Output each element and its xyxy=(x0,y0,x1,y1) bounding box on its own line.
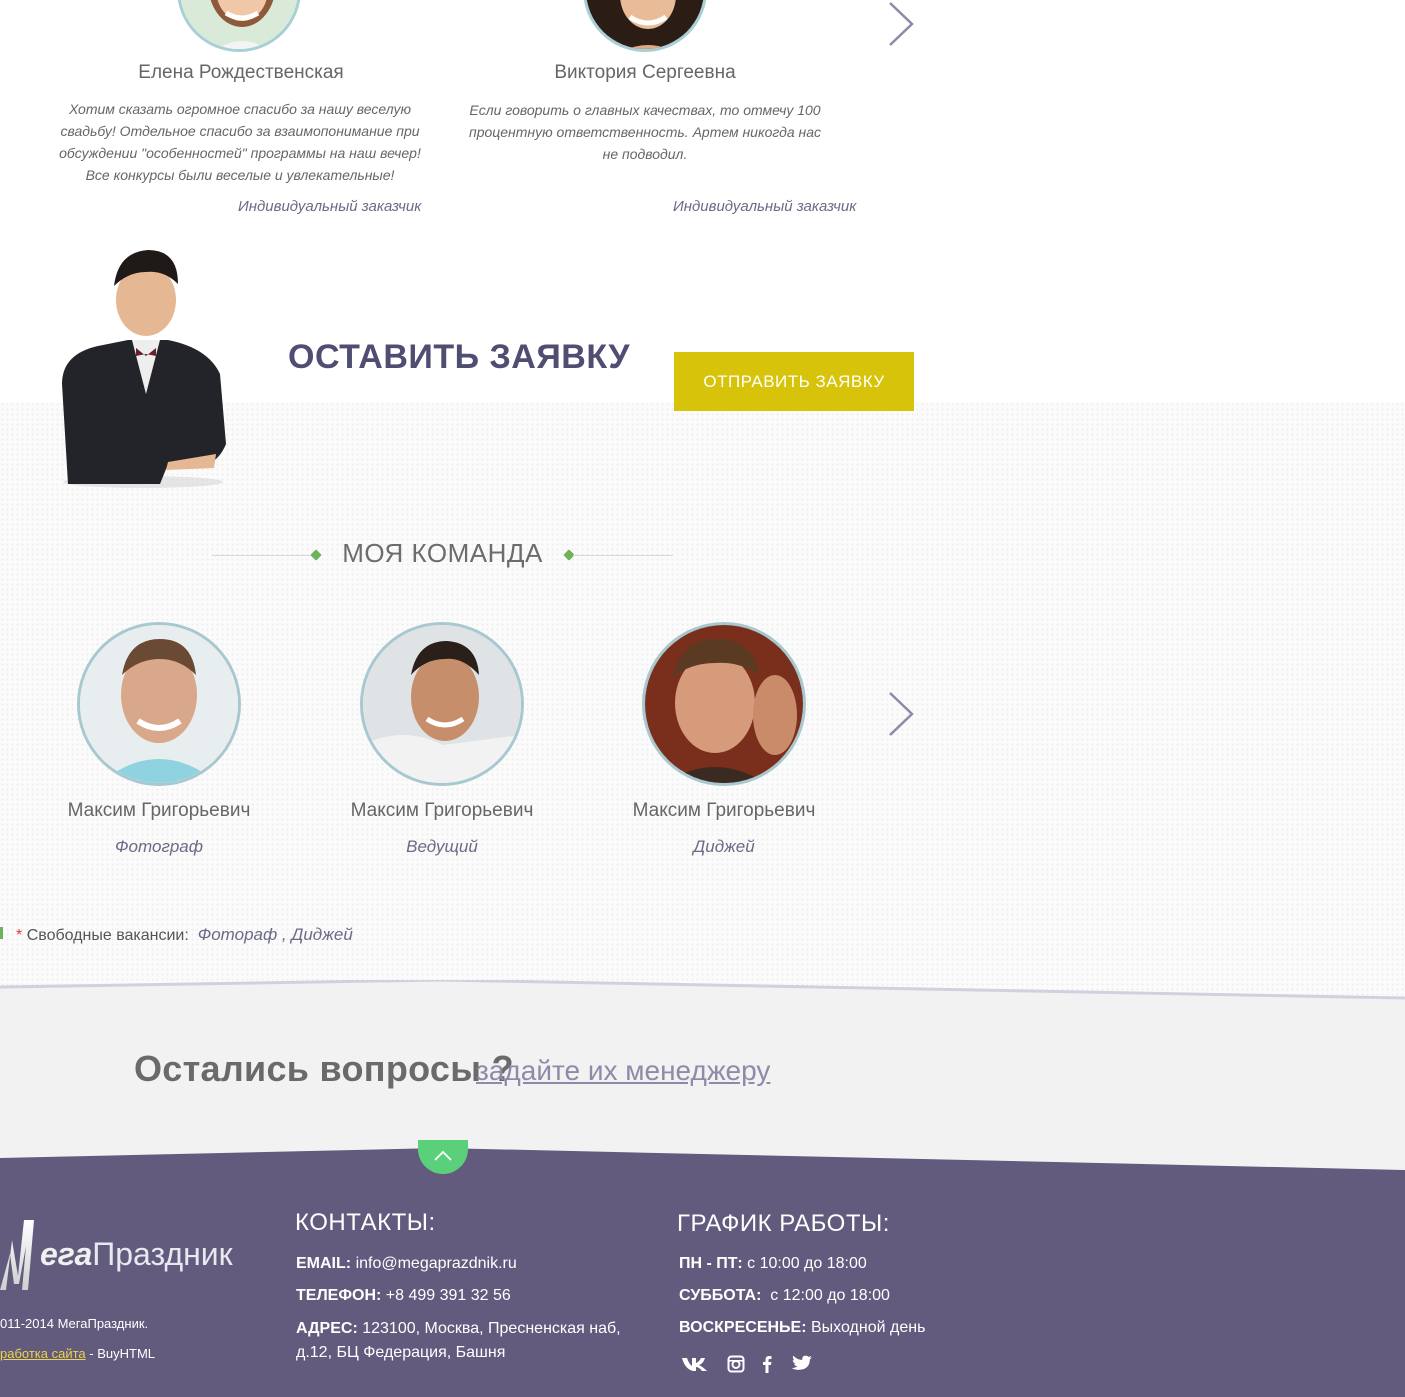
review-text-2: Если говорить о главных качествах, то от… xyxy=(468,102,822,162)
review-photo-1 xyxy=(180,0,298,49)
address-line-2: д.12, БЦ Федерация, Башня xyxy=(296,1344,506,1361)
team-next-arrow[interactable] xyxy=(886,690,916,740)
scroll-to-top-button[interactable] xyxy=(418,1140,468,1174)
team-photo-2 xyxy=(363,625,521,783)
logo-text: егаПраздник xyxy=(40,1236,233,1273)
copyright: 011-2014 МегаПраздник. xyxy=(0,1316,149,1331)
twitter-icon-glyph xyxy=(791,1355,812,1370)
developer-link[interactable]: работка сайта xyxy=(0,1346,86,1361)
review-text-1: Хотим сказать огромное спасибо за нашу в… xyxy=(59,101,421,183)
sunday-hours: Выходной день xyxy=(811,1319,926,1336)
contact-address: АДРЕС: 123100, Москва, Пресненская наб, … xyxy=(296,1317,621,1365)
team-heading: МОЯ КОМАНДА xyxy=(342,538,543,568)
review-photo-2 xyxy=(586,0,704,49)
review-avatar-1 xyxy=(177,0,301,52)
developer-credit: работка сайта - BuyHTML xyxy=(0,1346,155,1361)
review-name-2: Виктория Сергеевна xyxy=(554,62,736,83)
logo-text-part2: Праздник xyxy=(92,1236,233,1272)
team-avatar-2 xyxy=(360,622,524,786)
vk-icon-glyph xyxy=(682,1358,707,1371)
instagram-icon-glyph xyxy=(727,1355,745,1373)
team-name-3: Максим Григорьевич xyxy=(632,800,816,821)
team-photo-3 xyxy=(645,625,803,783)
cta-title: ОСТАВИТЬ ЗАЯВКУ xyxy=(288,338,631,376)
team-role-2: Ведущий xyxy=(406,837,478,856)
reviews-next-arrow[interactable] xyxy=(886,0,916,50)
team-avatar-3 xyxy=(642,622,806,786)
saturday-hours: с 12:00 до 18:00 xyxy=(770,1287,890,1304)
address-line-1: 123100, Москва, Пресненская наб, xyxy=(362,1320,621,1337)
saturday-label: СУББОТА: xyxy=(679,1287,762,1304)
phone-value: +8 499 391 32 56 xyxy=(385,1287,511,1304)
facebook-icon[interactable] xyxy=(760,1354,774,1374)
required-star: * xyxy=(16,927,23,944)
address-label: АДРЕС: xyxy=(296,1320,358,1337)
schedule-weekdays: ПН - ПТ: с 10:00 до 18:00 xyxy=(679,1252,867,1276)
team-name-2: Максим Григорьевич xyxy=(350,800,534,821)
logo-text-part1: ега xyxy=(40,1236,93,1272)
sunday-label: ВОСКРЕСЕНЬЕ: xyxy=(679,1319,807,1336)
heading-divider-right xyxy=(573,555,673,556)
instagram-icon[interactable] xyxy=(726,1354,746,1374)
schedule-title: ГРАФИК РАБОТЫ: xyxy=(677,1210,890,1237)
review-name-1: Елена Рождественская xyxy=(138,62,344,83)
weekdays-hours: с 10:00 до 18:00 xyxy=(747,1255,867,1272)
team-photo-1 xyxy=(80,625,238,783)
contact-email: EMAIL: info@megaprazdnik.ru xyxy=(296,1252,517,1276)
vacancies-list: Фотораф , Диджей xyxy=(197,925,353,944)
review-author-1: Индивидуальный заказчик xyxy=(238,198,422,215)
team-role-1: Фотограф xyxy=(115,837,203,856)
weekdays-label: ПН - ПТ: xyxy=(679,1255,743,1272)
contact-phone: ТЕЛЕФОН: +8 499 391 32 56 xyxy=(296,1284,511,1308)
schedule-saturday: СУББОТА: с 12:00 до 18:00 xyxy=(679,1284,890,1308)
questions-title: Остались вопросы ? xyxy=(134,1048,514,1089)
heading-divider-left xyxy=(212,555,312,556)
team-avatar-1 xyxy=(77,622,241,786)
vacancies-label: Свободные вакансии: xyxy=(26,927,189,944)
phone-label: ТЕЛЕФОН: xyxy=(296,1287,382,1304)
review-author-2: Индивидуальный заказчик xyxy=(673,198,857,215)
email-link[interactable]: info@megaprazdnik.ru xyxy=(356,1255,517,1272)
review-avatar-2 xyxy=(583,0,707,52)
vacancies-marker xyxy=(0,927,3,939)
chevron-up-icon xyxy=(434,1150,452,1161)
vk-icon[interactable] xyxy=(680,1354,710,1374)
developer-suffix: - BuyHTML xyxy=(89,1346,156,1361)
ask-manager-link[interactable]: задайте их менеджеру xyxy=(476,1055,770,1087)
vacancies-note: * Свободные вакансии: Фотораф , Диджей xyxy=(16,925,353,945)
logo-m-glyph xyxy=(0,1220,34,1290)
schedule-sunday: ВОСКРЕСЕНЬЕ: Выходной день xyxy=(679,1316,925,1340)
send-request-button[interactable]: ОТПРАВИТЬ ЗАЯВКУ xyxy=(674,352,914,411)
contacts-title: КОНТАКТЫ: xyxy=(295,1209,436,1236)
twitter-icon[interactable] xyxy=(790,1354,814,1374)
team-role-3: Диджей xyxy=(693,837,755,856)
email-label: EMAIL: xyxy=(296,1255,352,1272)
team-name-1: Максим Григорьевич xyxy=(67,800,251,821)
facebook-icon-glyph xyxy=(763,1356,772,1373)
host-photo xyxy=(62,250,226,488)
